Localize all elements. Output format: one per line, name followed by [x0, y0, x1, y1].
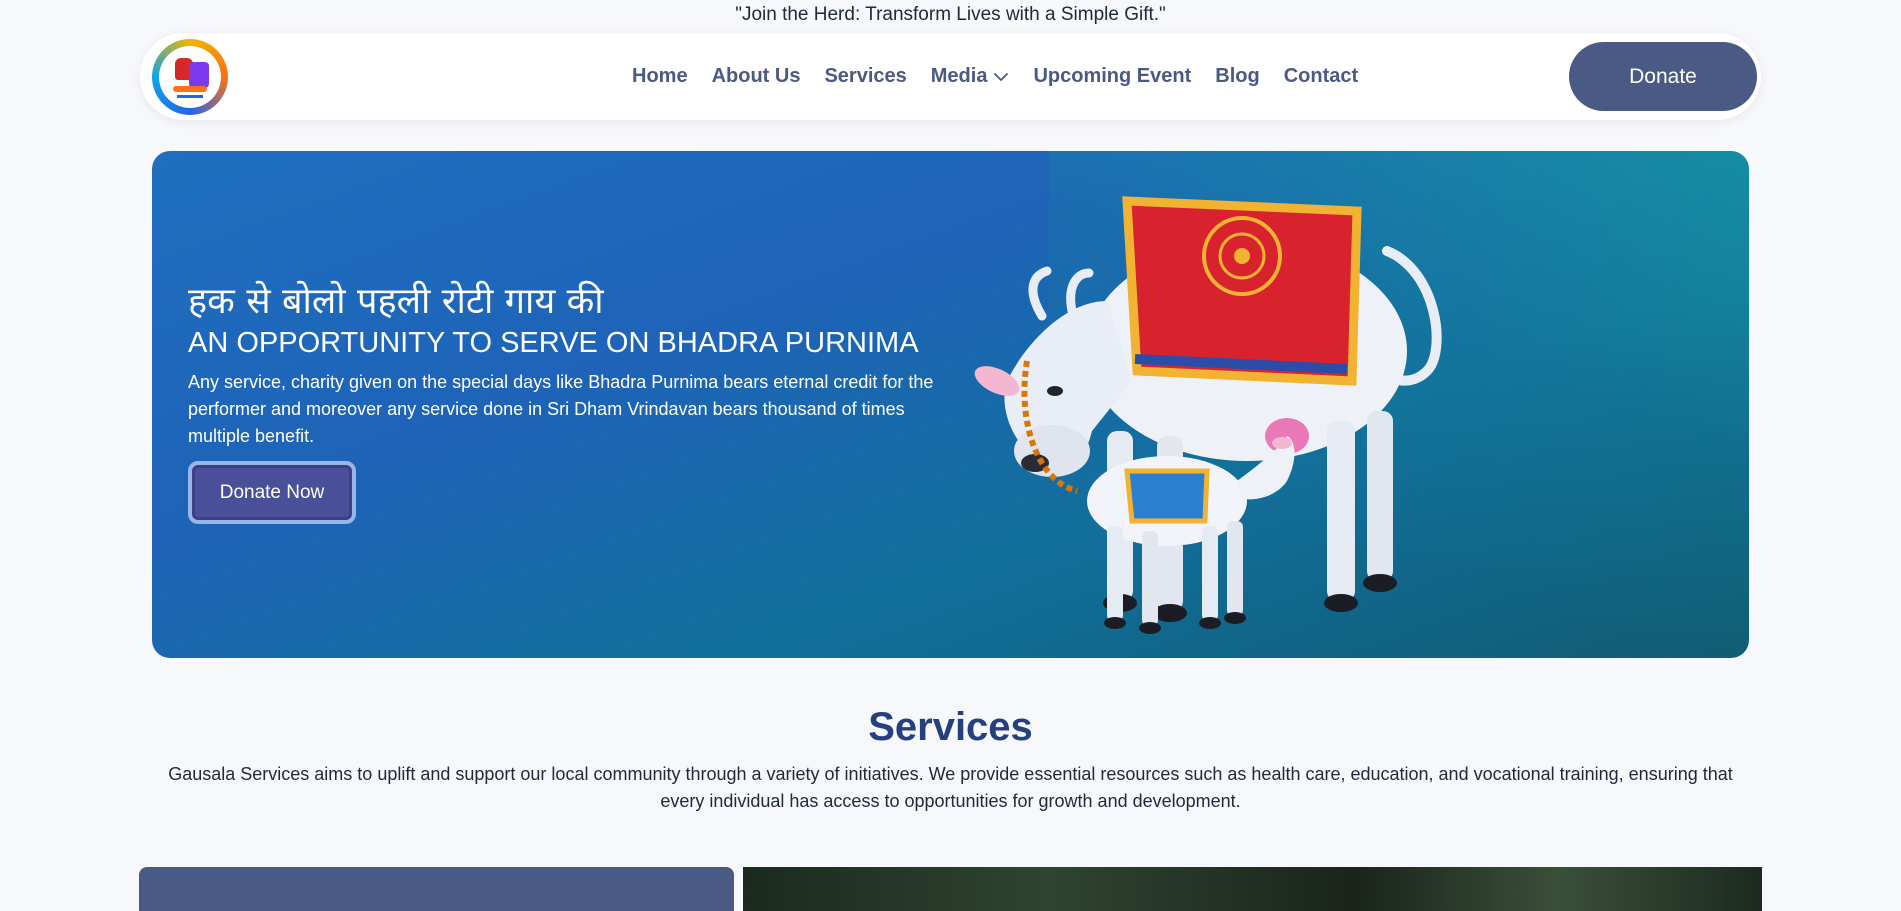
nav-media[interactable]: Media — [931, 65, 1010, 88]
nav-services[interactable]: Services — [824, 65, 906, 88]
service-card-left[interactable] — [139, 867, 734, 911]
nav-about-us[interactable]: About Us — [712, 65, 801, 88]
nav-home[interactable]: Home — [632, 65, 688, 88]
nav-upcoming-event[interactable]: Upcoming Event — [1033, 65, 1191, 88]
nav-blog[interactable]: Blog — [1215, 65, 1259, 88]
navbar: Home About Us Services Media Upcoming Ev… — [140, 33, 1761, 120]
nav-media-label: Media — [930, 65, 988, 87]
nav-links: Home About Us Services Media Upcoming Ev… — [632, 33, 1358, 120]
hero-banner: हक से बोलो पहली रोटी गाय की AN OPPORTUNI… — [152, 151, 1749, 658]
cow-and-calf-illustration — [974, 196, 1442, 634]
hero-description: Any service, charity given on the specia… — [188, 372, 934, 446]
site-logo[interactable] — [152, 39, 228, 115]
hero-hindi-heading: हक से बोलो पहली रोटी गाय की — [188, 281, 604, 322]
chevron-down-icon — [994, 72, 1009, 81]
donate-button[interactable]: Donate — [1569, 42, 1757, 111]
donate-now-button[interactable]: Donate Now — [188, 461, 356, 524]
nav-contact[interactable]: Contact — [1284, 65, 1358, 88]
services-description: Gausala Services aims to uplift and supp… — [168, 764, 1733, 811]
services-heading: Services — [868, 705, 1033, 749]
top-tagline: "Join the Herd: Transform Lives with a S… — [735, 4, 1166, 25]
logo-inner — [159, 46, 221, 108]
service-card-image — [743, 867, 1762, 911]
hero-title: AN OPPORTUNITY TO SERVE ON BHADRA PURNIM… — [188, 327, 919, 359]
